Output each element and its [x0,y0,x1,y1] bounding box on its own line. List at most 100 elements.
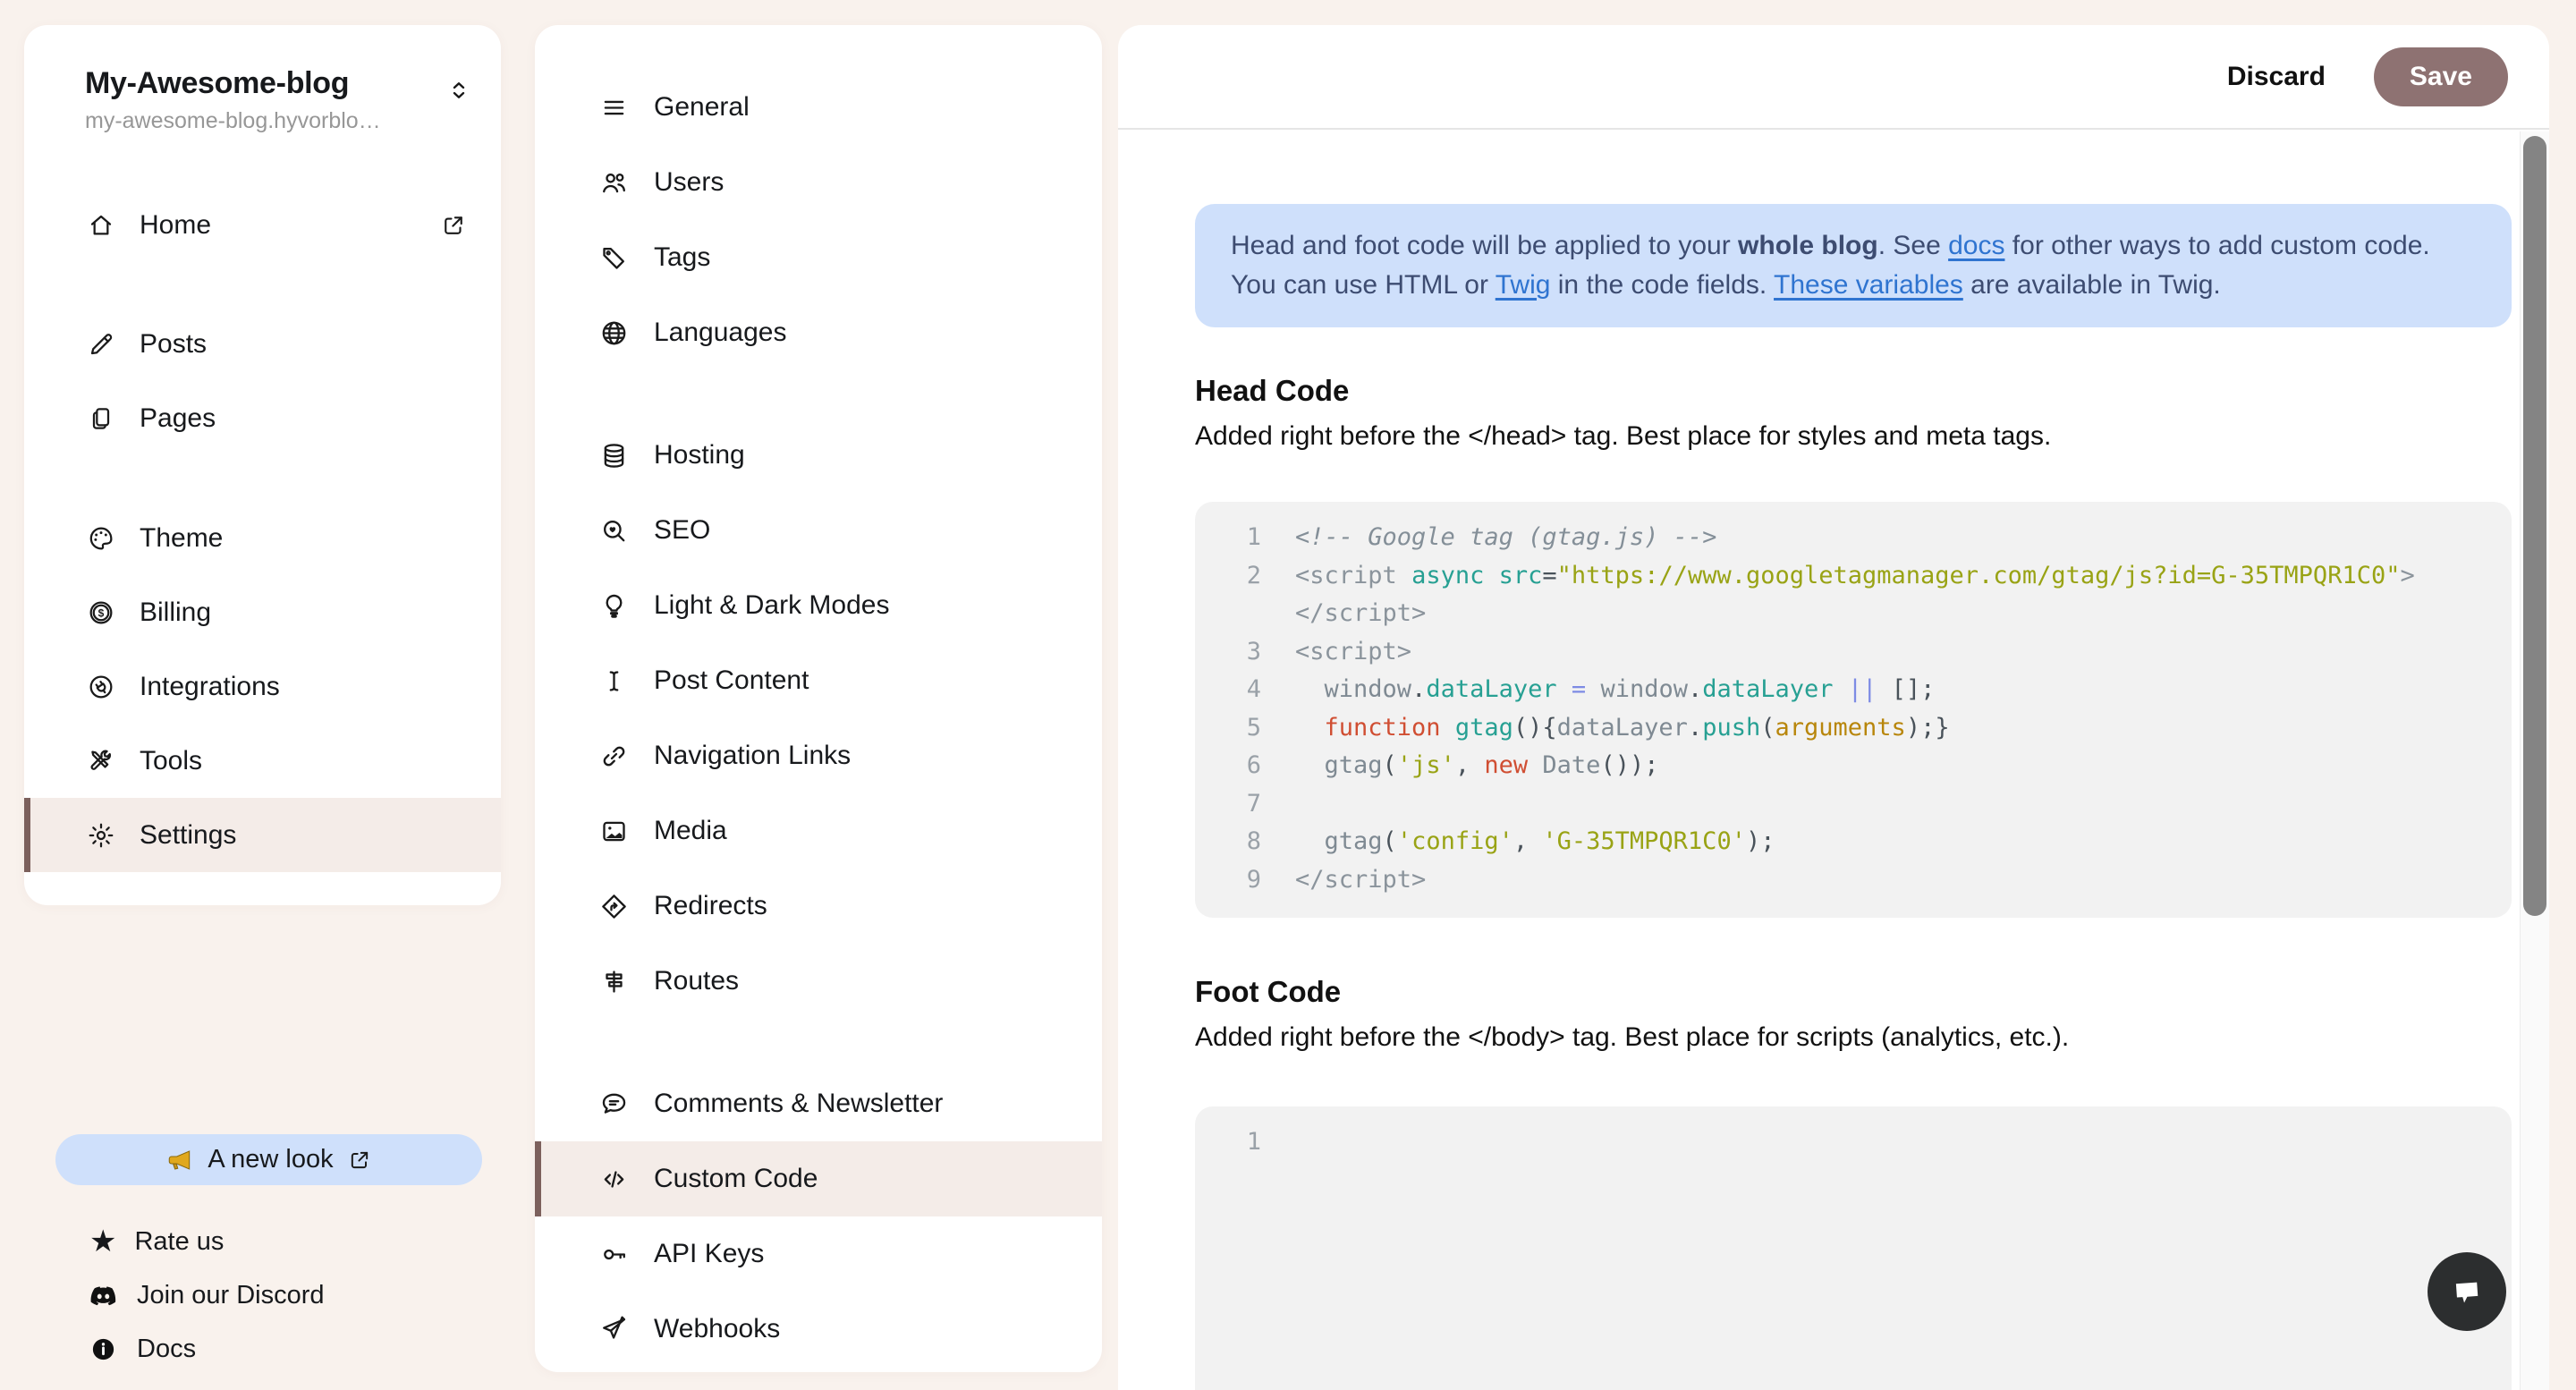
sidebar-item-home[interactable]: Home [24,188,501,262]
text-token [1834,675,1848,703]
text-token: window [1325,675,1412,703]
settings-nav-item-users[interactable]: Users [535,145,1102,220]
settings-nav-item-languages[interactable]: Languages [535,295,1102,370]
info-banner: Head and foot code will be applied to yo… [1195,204,2512,327]
code-line: 5 function gtag(){dataLayer.push(argumen… [1195,709,2485,748]
text-token: Date [1542,751,1600,779]
sidebar-item-billing[interactable]: $ Billing [24,575,501,649]
text-token: gtag [1325,751,1383,779]
settings-nav-item-light-dark-modes[interactable]: Light & Dark Modes [535,568,1102,643]
blog-domain: my-awesome-blog.hyvorblo… [85,108,381,134]
code-text: gtag('js', new Date()); [1295,747,1658,785]
settings-nav-item-tags[interactable]: Tags [535,220,1102,295]
discard-button[interactable]: Discard [2227,62,2326,92]
code-icon [599,1165,629,1194]
notice-link[interactable]: Twig [1496,270,1551,300]
blog-switcher[interactable]: My-Awesome-blog my-awesome-blog.hyvorblo… [24,25,501,134]
sidebar-footer-links: ★ Rate us Join our Discord Docs [89,1215,325,1376]
settings-nav-item-comments-newsletter[interactable]: Comments & Newsletter [535,1066,1102,1141]
settings-nav-item-post-content[interactable]: Post Content [535,643,1102,718]
new-look-banner[interactable]: A new look [55,1134,482,1185]
footer-link-label: Rate us [134,1227,224,1257]
text-token: Head and foot code will be applied to yo… [1231,231,1738,260]
foot-code-editor[interactable]: 1 [1195,1106,2512,1390]
settings-nav-item-api-keys[interactable]: API Keys [535,1216,1102,1292]
nav-item-label: Languages [654,318,786,348]
settings-nav: General Users Tags Languages Hosting SEO… [535,25,1102,1372]
text-token [1484,562,1498,589]
docs-link[interactable]: Docs [89,1322,325,1376]
settings-nav-item-hosting[interactable]: Hosting [535,418,1102,493]
home-icon [87,211,115,240]
text-token: = [1542,562,1556,589]
nav-item-label: Light & Dark Modes [654,590,889,621]
text-token [1295,827,1325,855]
settings-nav-item-media[interactable]: Media [535,793,1102,869]
save-button[interactable]: Save [2374,47,2508,106]
list-icon [599,93,629,123]
nav-item-label: Redirects [654,891,767,921]
code-text: gtag('config', 'G-35TMPQR1C0'); [1295,823,1775,861]
globe-icon [599,318,629,348]
settings-nav-item-routes[interactable]: Routes [535,944,1102,1019]
panel-header: Discard Save [1118,25,2549,130]
nav-item-label: Webhooks [654,1314,780,1344]
nav-item-label: Tags [654,242,710,273]
settings-nav-item-webhooks[interactable]: Webhooks [535,1292,1102,1367]
discord-link[interactable]: Join our Discord [89,1268,325,1322]
footer-link-label: Docs [137,1335,196,1364]
sidebar-item-tools[interactable]: Tools [24,724,501,798]
settings-nav-item-general[interactable]: General [535,70,1102,145]
chat-widget-button[interactable] [2428,1252,2506,1331]
code-line: 6 gtag('js', new Date()); [1195,747,2485,785]
sidebar-item-posts[interactable]: Posts [24,307,501,381]
code-line: 9</script> [1195,861,2485,900]
info-icon [89,1335,117,1363]
tag-icon [599,243,629,273]
sidebar-item-theme[interactable]: Theme [24,501,501,575]
rate-us-link[interactable]: ★ Rate us [89,1215,325,1268]
text-token: async [1411,562,1484,589]
scrollbar-thumb[interactable] [2523,136,2546,916]
text-token: <script [1295,562,1397,589]
text-token: = [1572,675,1586,703]
sidebar-item-integrations[interactable]: Integrations [24,649,501,724]
blog-selector-icon[interactable] [444,75,474,110]
text-token: ()); [1600,751,1658,779]
head-code-editor[interactable]: 1<!-- Google tag (gtag.js) -->2<script a… [1195,502,2512,918]
nav-item-label: Post Content [654,665,809,696]
settings-nav-item-redirects[interactable]: Redirects [535,869,1102,944]
settings-nav-item-seo[interactable]: SEO [535,493,1102,568]
line-number: 1 [1195,519,1261,557]
external-link-icon [347,1148,372,1173]
text-token: arguments [1775,714,1906,742]
notice-link[interactable]: These variables [1774,270,1963,300]
signpost-icon [599,967,629,996]
palette-icon [87,524,115,553]
code-text: <script async src="https://www.googletag… [1295,557,2415,633]
code-line: 7 [1195,785,2485,824]
settings-nav-item-custom-code[interactable]: Custom Code [535,1141,1102,1216]
text-token: whole blog [1738,231,1878,260]
code-line: 3<script> [1195,633,2485,672]
text-token: 'config' [1397,827,1513,855]
text-token: []; [1892,675,1936,703]
paper-plane-icon [599,1315,629,1344]
sidebar-item-label: Settings [140,820,236,851]
text-token [1397,562,1411,589]
text-token: ); [1746,827,1775,855]
star-icon: ★ [89,1226,116,1257]
code-line: 1<!-- Google tag (gtag.js) --> [1195,519,2485,557]
sidebar-item-pages[interactable]: Pages [24,381,501,455]
text-token [1441,714,1455,742]
pages-icon [87,404,115,433]
notice-link[interactable]: docs [1948,231,2004,260]
link-icon [599,742,629,771]
sidebar-item-settings[interactable]: Settings [24,798,501,872]
scrollbar-track[interactable] [2520,131,2549,1390]
key-icon [599,1240,629,1269]
text-cursor-icon [599,666,629,696]
chat-bubble-icon [599,1089,629,1119]
settings-nav-item-navigation-links[interactable]: Navigation Links [535,718,1102,793]
text-token: dataLayer [1557,714,1688,742]
